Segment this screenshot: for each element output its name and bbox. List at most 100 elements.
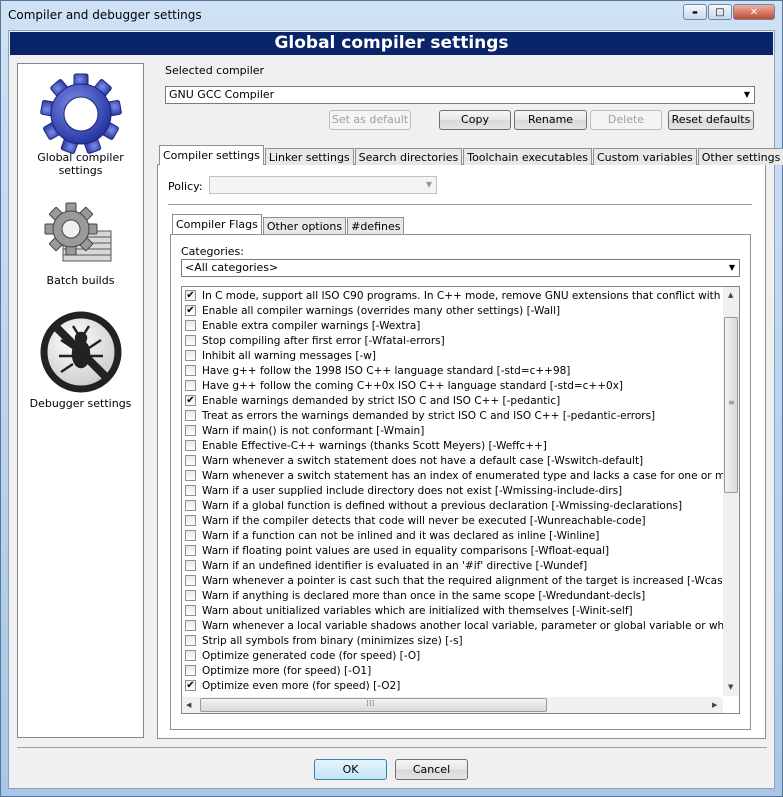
window-title: Compiler and debugger settings xyxy=(8,8,202,22)
maximize-button[interactable]: □ xyxy=(708,4,732,20)
flag-label: Warn if a function can not be inlined an… xyxy=(202,530,600,542)
flag-label: Warn whenever a switch statement has an … xyxy=(202,470,740,482)
flag-checkbox[interactable]: ✔ xyxy=(185,290,196,301)
tab-search-directories[interactable]: Search directories xyxy=(354,148,463,165)
flag-label: Warn if an undefined identifier is evalu… xyxy=(202,560,588,572)
minimize-icon: ▬ xyxy=(692,8,698,16)
settings-sidebar: Global compiler settings Batch builds De… xyxy=(17,63,144,738)
page-title: Global compiler settings xyxy=(10,32,773,55)
flag-label: Warn if a user supplied include director… xyxy=(202,485,623,497)
flag-checkbox[interactable] xyxy=(185,365,196,376)
flag-checkbox[interactable] xyxy=(185,440,196,451)
flag-checkbox[interactable]: ✔ xyxy=(185,395,196,406)
flag-checkbox[interactable]: ✔ xyxy=(185,680,196,691)
batch-gear-icon xyxy=(44,202,111,262)
policy-label: Policy: xyxy=(168,180,203,193)
gear-icon xyxy=(39,73,122,154)
horizontal-scroll-thumb[interactable]: ⁞⁞⁞ xyxy=(200,698,547,712)
flag-label: Warn if a global function is defined wit… xyxy=(202,500,683,512)
flag-checkbox[interactable] xyxy=(185,665,196,676)
delete-button[interactable]: Delete xyxy=(590,110,662,130)
flag-checkbox[interactable] xyxy=(185,635,196,646)
tab-other-options[interactable]: Other options xyxy=(262,217,347,234)
policy-select[interactable]: ▼ xyxy=(209,176,437,194)
flag-checkbox[interactable] xyxy=(185,425,196,436)
flag-label: Warn about unitialized variables which a… xyxy=(202,605,633,617)
flag-checkbox[interactable] xyxy=(185,470,196,481)
flag-checkbox[interactable] xyxy=(185,620,196,631)
minimize-button[interactable]: ▬ xyxy=(683,4,707,20)
sidebar-item-debugger[interactable] xyxy=(18,310,143,393)
flag-checkbox[interactable] xyxy=(185,590,196,601)
flag-checkbox[interactable] xyxy=(185,575,196,586)
flag-checkbox[interactable] xyxy=(185,335,196,346)
grip-icon: ⁞⁞⁞ xyxy=(366,699,375,709)
chevron-down-icon: ▼ xyxy=(728,263,735,272)
flag-label: Warn whenever a pointer is cast such tha… xyxy=(202,575,740,587)
categories-select[interactable]: <All categories> ▼ xyxy=(181,259,740,277)
grip-icon: ≡ xyxy=(728,398,735,407)
scroll-right-icon[interactable]: ▶ xyxy=(712,701,717,709)
flag-checkbox[interactable] xyxy=(185,545,196,556)
flag-label: Enable Effective-C++ warnings (thanks Sc… xyxy=(202,440,547,452)
cancel-button[interactable]: Cancel xyxy=(395,759,468,780)
flag-checkbox[interactable] xyxy=(185,455,196,466)
rename-button[interactable]: Rename xyxy=(514,110,587,130)
compiler-select-value: GNU GCC Compiler xyxy=(169,88,275,101)
flag-checkbox[interactable] xyxy=(185,500,196,511)
divider xyxy=(168,204,752,205)
sidebar-item-label: Debugger settings xyxy=(29,397,132,410)
chevron-down-icon: ▼ xyxy=(425,180,432,189)
flag-label: Enable extra compiler warnings [-Wextra] xyxy=(202,320,421,332)
copy-button[interactable]: Copy xyxy=(439,110,511,130)
flag-checkbox[interactable] xyxy=(185,380,196,391)
sidebar-item-label: Global compiler settings xyxy=(37,151,124,177)
scroll-left-icon[interactable]: ◀ xyxy=(186,701,191,709)
scroll-down-icon[interactable]: ▼ xyxy=(728,683,733,691)
flag-checkbox[interactable]: ✔ xyxy=(185,305,196,316)
categories-label: Categories: xyxy=(181,245,244,258)
tab-linker-settings[interactable]: Linker settings xyxy=(264,148,354,165)
vertical-scroll-thumb[interactable]: ≡ xyxy=(724,317,738,493)
flag-label: Optimize generated code (for speed) [-O] xyxy=(202,650,421,662)
ok-button[interactable]: OK xyxy=(314,759,387,780)
tab-compiler-flags[interactable]: Compiler Flags xyxy=(172,214,262,234)
flag-label: Warn if anything is declared more than o… xyxy=(202,590,646,602)
flag-label: Have g++ follow the coming C++0x ISO C++… xyxy=(202,380,624,392)
flag-checkbox[interactable] xyxy=(185,410,196,421)
scroll-up-icon[interactable]: ▲ xyxy=(728,291,733,299)
flag-checkbox[interactable] xyxy=(185,605,196,616)
flag-label: Optimize even more (for speed) [-O2] xyxy=(202,680,401,692)
flag-label: Enable warnings demanded by strict ISO C… xyxy=(202,395,561,407)
flag-label: Have g++ follow the 1998 ISO C++ languag… xyxy=(202,365,571,377)
flag-checkbox[interactable] xyxy=(185,485,196,496)
flag-checkbox[interactable] xyxy=(185,350,196,361)
flag-label: Warn whenever a switch statement does no… xyxy=(202,455,644,467)
flag-label: Optimize more (for speed) [-O1] xyxy=(202,665,372,677)
no-bug-icon xyxy=(40,311,121,393)
horizontal-scrollbar[interactable]: ◀ ⁞⁞⁞ ▶ xyxy=(182,697,723,713)
tab-custom-variables[interactable]: Custom variables xyxy=(593,148,697,165)
tab-other-settings[interactable]: Other settings xyxy=(697,148,783,165)
flag-checkbox[interactable] xyxy=(185,650,196,661)
tab-defines[interactable]: #defines xyxy=(347,217,405,234)
sidebar-item-batch-builds[interactable] xyxy=(18,199,143,269)
flag-label: Warn if main() is not conformant [-Wmain… xyxy=(202,425,425,437)
close-button[interactable]: ✕ xyxy=(733,4,775,20)
set-as-default-button[interactable]: Set as default xyxy=(329,110,411,130)
flag-label: Warn if floating point values are used i… xyxy=(202,545,610,557)
flag-checkbox[interactable] xyxy=(185,530,196,541)
reset-defaults-button[interactable]: Reset defaults xyxy=(668,110,754,130)
compiler-select[interactable]: GNU GCC Compiler ▼ xyxy=(165,86,755,104)
tab-toolchain-executables[interactable]: Toolchain executables xyxy=(463,148,592,165)
flag-checkbox[interactable] xyxy=(185,560,196,571)
flag-label: Strip all symbols from binary (minimizes… xyxy=(202,635,463,647)
chevron-down-icon: ▼ xyxy=(743,90,750,99)
tab-compiler-settings[interactable]: Compiler settings xyxy=(159,145,264,165)
vertical-scrollbar[interactable]: ▲ ≡ ▼ xyxy=(723,287,739,696)
flag-checkbox[interactable] xyxy=(185,320,196,331)
close-icon: ✕ xyxy=(749,6,759,18)
flag-label: Inhibit all warning messages [-w] xyxy=(202,350,376,362)
flag-label: Treat as errors the warnings demanded by… xyxy=(202,410,656,422)
flag-checkbox[interactable] xyxy=(185,515,196,526)
